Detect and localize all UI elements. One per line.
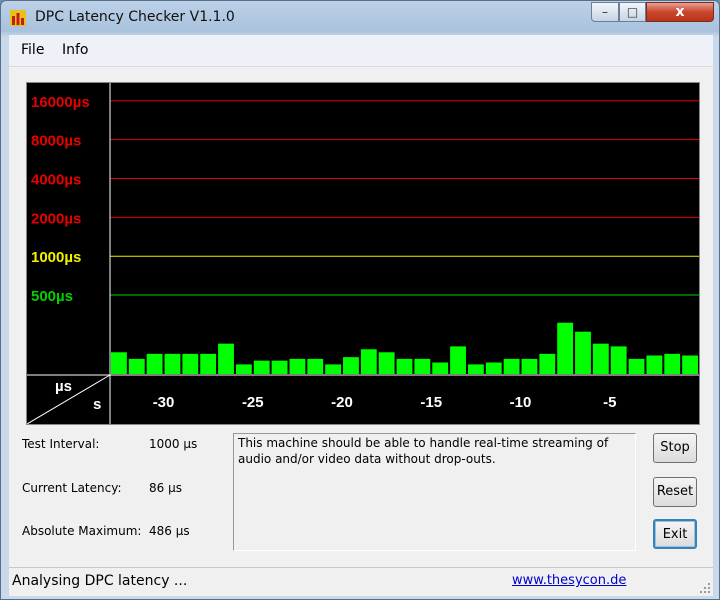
x-tick-label: -5 — [603, 394, 616, 411]
latency-bar — [218, 343, 234, 374]
unit-microseconds-label: µs — [55, 378, 72, 395]
latency-bar — [664, 353, 681, 374]
latency-bar — [682, 355, 698, 374]
test-interval-value: 1000 µs — [149, 437, 198, 451]
menu-info[interactable]: Info — [62, 42, 89, 58]
latency-bar — [539, 353, 556, 374]
level-label-4000: 4000µs — [31, 172, 81, 189]
title-bar[interactable]: DPC Latency Checker V1.1.0 – □ x — [1, 1, 719, 35]
reset-button[interactable]: Reset — [653, 477, 697, 507]
latency-bar — [182, 353, 199, 374]
level-label-16000: 16000µs — [31, 94, 90, 111]
latency-chart-svg: 16000µs 8000µs 4000µs 2000µs 1000µs 500µs µs s -… — [27, 83, 699, 424]
level-label-2000: 2000µs — [31, 210, 81, 227]
x-tick-label: -15 — [420, 394, 442, 411]
level-label-1000: 1000µs — [31, 249, 81, 266]
latency-bar — [307, 358, 324, 374]
latency-bar — [628, 358, 645, 374]
latency-bar — [325, 364, 342, 374]
latency-bar — [646, 355, 663, 374]
app-logo-icon — [10, 10, 26, 26]
latency-bar — [557, 322, 574, 374]
latency-bar — [253, 360, 270, 374]
latency-bar — [432, 362, 449, 374]
stop-button[interactable]: Stop — [653, 433, 697, 463]
menu-file[interactable]: File — [21, 42, 44, 58]
result-message: This machine should be able to handle re… — [238, 436, 609, 466]
latency-bar — [610, 346, 627, 374]
latency-graph: 16000µs 8000µs 4000µs 2000µs 1000µs 500µs µs s -… — [26, 82, 700, 425]
x-tick-label: -10 — [510, 394, 532, 411]
test-interval-label: Test Interval: — [22, 437, 100, 451]
result-message-box: This machine should be able to handle re… — [233, 433, 636, 551]
latency-bar — [414, 358, 431, 374]
exit-button[interactable]: Exit — [653, 519, 697, 549]
latency-bar — [164, 353, 181, 374]
latency-bar — [575, 331, 591, 374]
latency-bar — [343, 357, 359, 374]
window-title: DPC Latency Checker V1.1.0 — [35, 9, 235, 25]
x-tick-label: -25 — [242, 394, 264, 411]
resize-grip-icon[interactable] — [699, 582, 711, 594]
latency-bar — [592, 343, 609, 374]
latency-bar — [360, 349, 377, 374]
latency-bar — [289, 358, 306, 374]
latency-bar — [200, 353, 217, 374]
status-text: Analysing DPC latency ... — [12, 573, 188, 589]
latency-bar — [450, 346, 466, 374]
latency-bar — [146, 353, 163, 374]
absolute-maximum-value: 486 µs — [149, 524, 190, 538]
website-link[interactable]: www.thesycon.de — [512, 573, 626, 588]
client-area: File Info 16000µs 8000µs 4000µs 2000µs 1000µ… — [9, 35, 713, 596]
latency-bar — [521, 358, 538, 374]
level-label-8000: 8000µs — [31, 133, 81, 150]
current-latency-label: Current Latency: — [22, 481, 122, 495]
minimize-button[interactable]: – — [591, 2, 619, 22]
latency-bar — [128, 358, 145, 374]
latency-bar — [485, 362, 502, 374]
level-label-500: 500µs — [31, 288, 73, 305]
x-tick-label: -20 — [331, 394, 353, 411]
latency-bar — [503, 358, 520, 374]
close-button[interactable]: x — [646, 2, 714, 22]
absolute-maximum-label: Absolute Maximum: — [22, 524, 142, 538]
latency-bar — [467, 364, 484, 374]
status-bar: Analysing DPC latency ... www.thesycon.d… — [9, 567, 713, 596]
menu-bar: File Info — [9, 35, 713, 67]
x-tick-label: -30 — [153, 394, 175, 411]
current-latency-value: 86 µs — [149, 481, 182, 495]
latency-bar — [235, 364, 252, 374]
latency-bar — [271, 360, 288, 374]
maximize-button[interactable]: □ — [619, 2, 646, 22]
latency-bar — [396, 358, 413, 374]
latency-bar — [378, 352, 395, 374]
app-window: DPC Latency Checker V1.1.0 – □ x File In… — [0, 0, 720, 600]
latency-bar — [111, 352, 127, 374]
unit-seconds-label: s — [93, 396, 101, 413]
